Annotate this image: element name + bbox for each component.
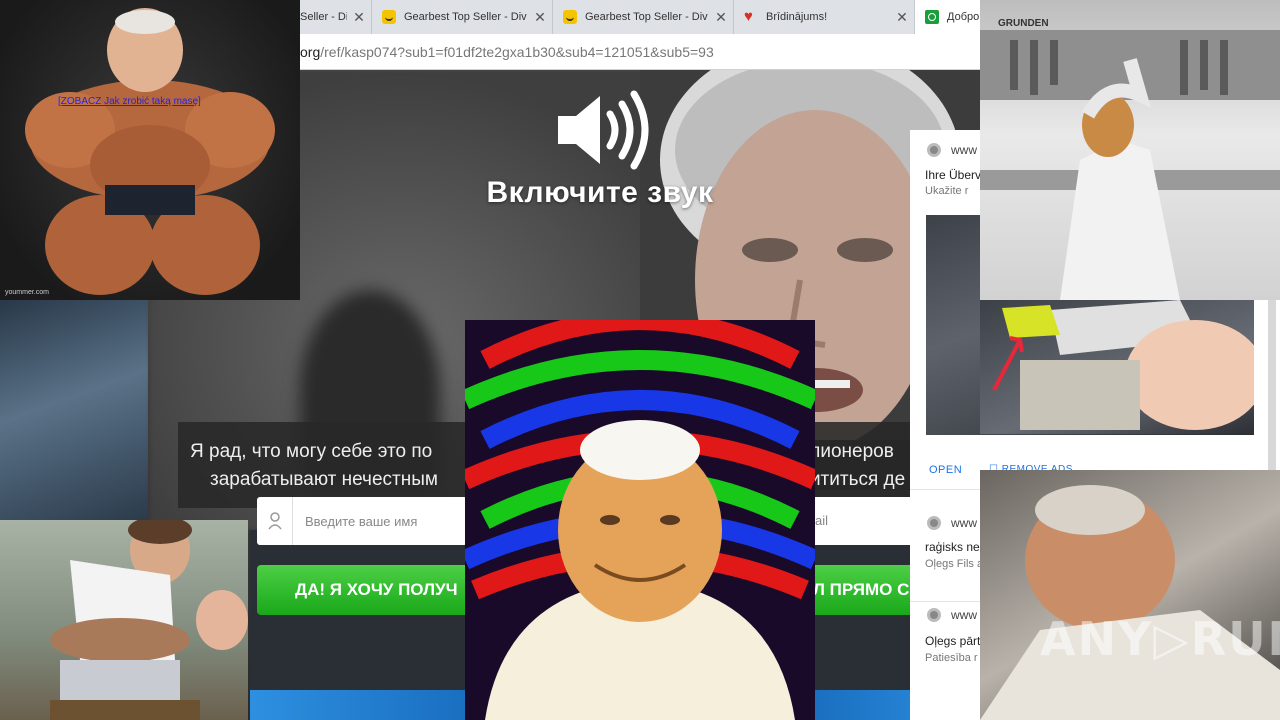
tab-title: Добро <box>947 11 980 23</box>
scrollbar[interactable] <box>1268 300 1276 470</box>
pope-sleeping-image <box>980 485 1280 720</box>
green-site-icon <box>925 10 939 24</box>
pope-psychedelic-popup[interactable] <box>465 320 815 720</box>
chrome-icon <box>927 516 941 530</box>
chrome-icon <box>927 143 941 157</box>
tab-title: Gearbest Top Seller - Div <box>585 11 708 23</box>
ad-header: www <box>927 143 977 157</box>
chrome-icon <box>927 608 941 622</box>
speaker-icon <box>558 90 649 170</box>
tab-title: Brīdinājums! <box>766 11 828 23</box>
browser-tab[interactable]: Seller - Div ✕ <box>300 0 372 34</box>
browser-tab[interactable]: Gearbest Top Seller - Div ✕ <box>553 0 734 34</box>
butcher-image <box>980 30 1280 300</box>
sound-label: Включите звук <box>486 176 714 209</box>
user-icon <box>257 497 293 545</box>
gearbest-icon <box>563 10 577 24</box>
cta-label-left: ДА! Я ХОЧУ ПОЛУЧ <box>295 580 458 599</box>
ad-title: Oļegs pārt <box>925 634 981 648</box>
ad-subtitle: Oļegs Fils a <box>925 558 984 570</box>
browser-tab-active[interactable]: Добро <box>915 0 985 34</box>
butcher-popup[interactable]: GRUNDEN <box>980 0 1280 300</box>
screen: Seller - Div ✕ Gearbest Top Seller - Div… <box>0 0 1280 720</box>
ad-domain: www <box>951 143 977 157</box>
browser-tab[interactable]: Gearbest Top Seller - Div ✕ <box>372 0 553 34</box>
tab-title: Seller - Div <box>300 11 347 23</box>
credit-card-popup[interactable] <box>980 300 1254 434</box>
subtitle-line2-tail: ититься де <box>809 469 906 490</box>
name-input[interactable]: Введите ваше имя <box>257 497 467 545</box>
zobacz-link[interactable]: [ZOBACZ Jak zrobić taką masę] <box>58 96 201 107</box>
anyrun-watermark: ANY▷RUN <box>1040 612 1280 666</box>
shop-sign: GRUNDEN <box>998 18 1049 29</box>
ad-title: Ihre Überv <box>925 168 982 182</box>
url-domain: org <box>300 44 321 60</box>
ad-title: raģisks nel <box>925 540 983 554</box>
subtitle-line1: Я рад, что могу себе это по <box>190 441 433 462</box>
background-scenery <box>0 300 148 520</box>
bodybuilder-popup[interactable]: [ZOBACZ Jak zrobić taką masę] yoummer.co… <box>0 0 300 300</box>
heart-icon: ♥ <box>744 8 753 25</box>
open-button[interactable]: OPEN <box>929 464 962 476</box>
name-placeholder: Введите ваше имя <box>305 513 418 529</box>
kid-popup[interactable] <box>0 520 248 720</box>
watermark-small: yoummer.com <box>5 289 49 296</box>
pope-image <box>465 320 815 720</box>
bodybuilder-image <box>25 8 275 295</box>
browser-tab[interactable]: ♥ Brīdinājums! ✕ <box>734 0 915 34</box>
pope-sleeping-popup[interactable] <box>980 470 1280 720</box>
cta-label-right: Л ПРЯМО СЕ <box>813 580 921 599</box>
close-icon[interactable]: ✕ <box>890 9 914 26</box>
url-text[interactable]: org/ref/kasp074?sub1=f01df2te2gxa1b30&su… <box>300 44 714 60</box>
enable-sound-prompt[interactable]: Включите звук <box>470 90 730 210</box>
ad-domain: www <box>951 608 977 622</box>
ad-header: www <box>927 516 977 530</box>
ad-domain: www <box>951 516 977 530</box>
ad-header: www <box>927 608 977 622</box>
close-icon[interactable]: ✕ <box>528 9 552 26</box>
gearbest-icon <box>382 10 396 24</box>
close-icon[interactable]: ✕ <box>709 9 733 26</box>
credit-card-image <box>992 300 1254 430</box>
close-icon[interactable]: ✕ <box>347 9 371 26</box>
ad-subtitle: Ukažite r <box>925 185 969 197</box>
kid-image <box>50 520 248 720</box>
tab-title: Gearbest Top Seller - Div <box>404 11 527 23</box>
url-path: /ref/kasp074?sub1=f01df2te2gxa1b30&sub4=… <box>320 44 714 60</box>
ad-subtitle: Patiesība r <box>925 652 978 664</box>
subtitle-line2: зарабатывают нечестным <box>210 469 438 490</box>
footer-band <box>250 690 465 720</box>
